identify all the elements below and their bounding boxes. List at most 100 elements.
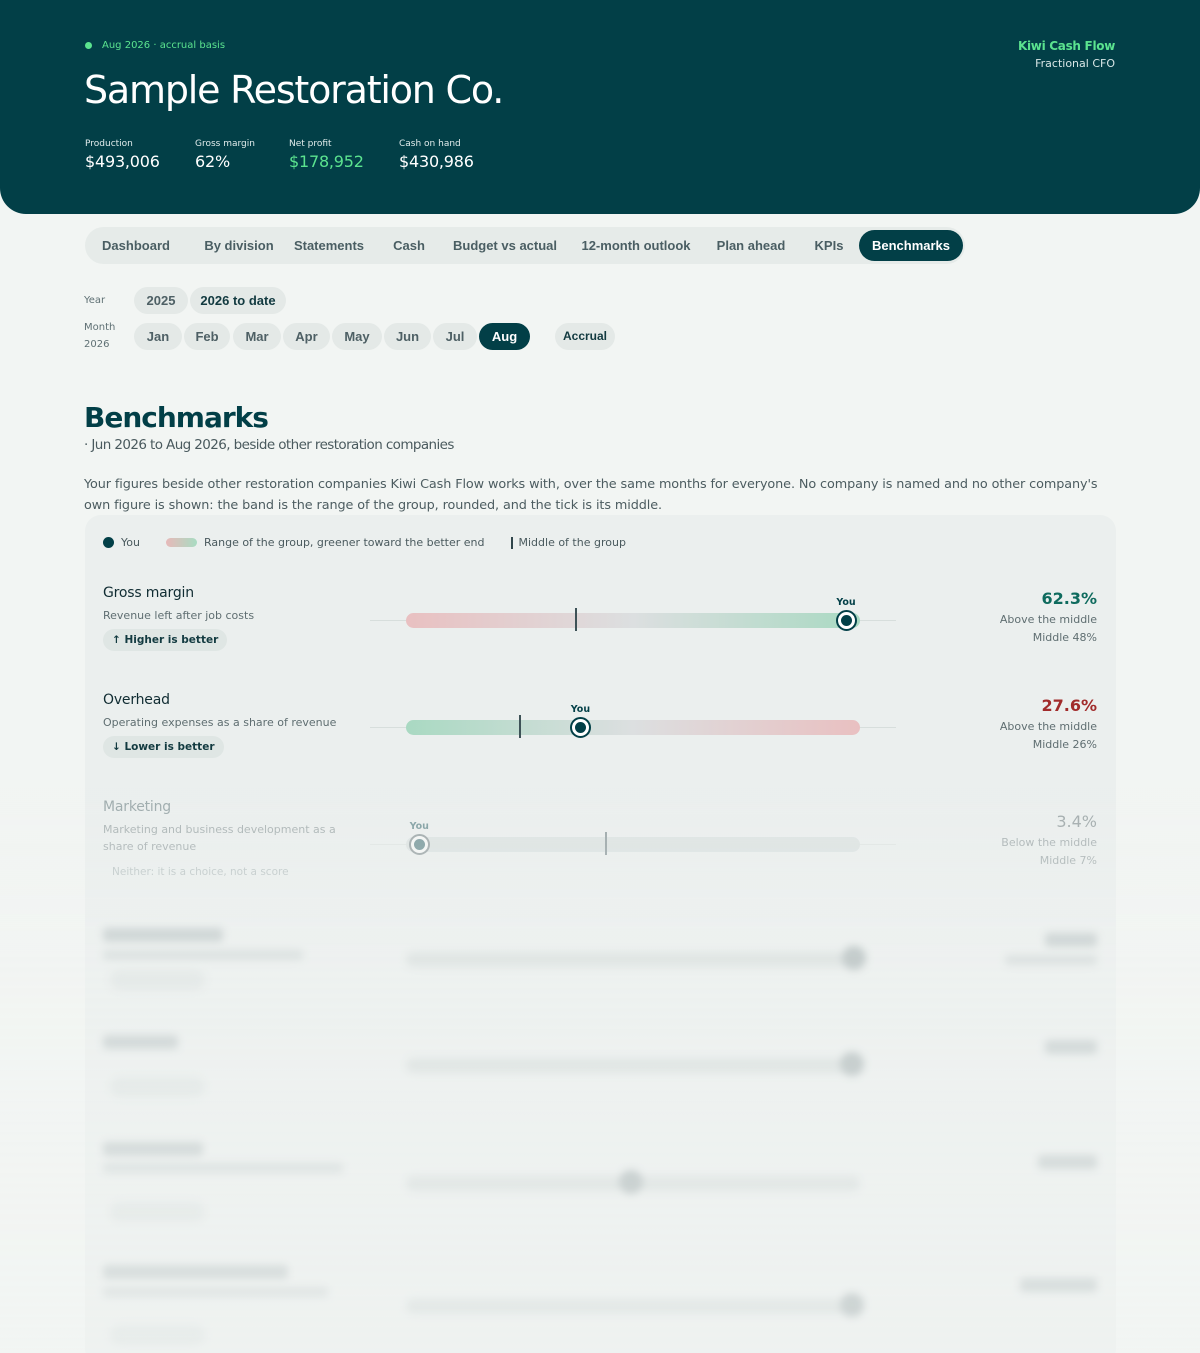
locked-row-bar	[406, 952, 860, 967]
stat-production: Production $493,006	[85, 139, 195, 171]
header-stats: Production $493,006 Gross margin 62% Net…	[85, 139, 509, 171]
range-bar	[406, 837, 860, 852]
tab-dashboard[interactable]: Dashboard	[90, 230, 182, 261]
metric-description: Revenue left after job costs	[103, 609, 255, 622]
middle-tick-icon	[510, 536, 513, 549]
company-name: Sample Restoration Co.	[84, 68, 504, 112]
month-pill-apr[interactable]: Apr	[283, 323, 330, 350]
metric-status: Below the middle	[1001, 836, 1097, 849]
legend: You Range of the group, greener toward t…	[103, 536, 626, 549]
tab-12-month-outlook[interactable]: 12-month outlook	[575, 230, 697, 261]
period-label: Aug 2026 · accrual basis	[102, 40, 226, 51]
month-label: Month	[84, 322, 116, 333]
stat-value: $493,006	[85, 152, 160, 171]
status-dot-icon	[85, 42, 92, 49]
stat-label: Production	[85, 139, 133, 149]
header-banner: Aug 2026 · accrual basis Sample Restorat…	[0, 0, 1200, 214]
tab-by-division[interactable]: By division	[184, 230, 294, 261]
range-bar	[406, 720, 860, 735]
stat-value: $178,952	[289, 152, 364, 171]
brand-block: Kiwi Cash Flow Fractional CFO	[1018, 39, 1115, 70]
you-marker	[409, 833, 431, 855]
basis-toggle[interactable]: Accrual	[555, 323, 615, 350]
year-pill-2026[interactable]: 2026 to date	[190, 287, 286, 314]
locked-row-marker	[840, 1293, 864, 1317]
you-marker	[570, 716, 592, 738]
stat-label: Cash on hand	[399, 139, 461, 149]
brand-name: Kiwi Cash Flow	[1018, 39, 1115, 53]
metric-value: 62.3%	[1041, 589, 1097, 608]
period-indicator: Aug 2026 · accrual basis	[85, 40, 225, 51]
you-marker-label: You	[836, 597, 856, 608]
locked-row-badge	[110, 1202, 205, 1222]
metric-name: Marketing	[103, 799, 171, 815]
locked-row-desc	[103, 950, 303, 960]
locked-row-marker	[619, 1170, 643, 1194]
locked-row-marker	[840, 1052, 864, 1076]
locked-row-badge	[110, 970, 205, 990]
stat-gross-margin: Gross margin 62%	[195, 139, 289, 171]
tab-statements[interactable]: Statements	[282, 230, 376, 261]
locked-row-value	[1045, 933, 1097, 947]
locked-row-status	[1005, 955, 1097, 965]
metric-name: Gross margin	[103, 585, 194, 601]
locked-row-marker	[842, 946, 866, 970]
stat-label: Net profit	[289, 139, 332, 149]
month-pill-jan[interactable]: Jan	[134, 323, 182, 350]
metric-direction-badge: Neither: it is a choice, not a score	[112, 866, 289, 878]
locked-row-title	[103, 1035, 178, 1049]
locked-row-title	[103, 1265, 288, 1279]
month-pill-aug[interactable]: Aug	[479, 323, 530, 350]
section-subtitle: · Jun 2026 to Aug 2026, beside other res…	[84, 437, 454, 453]
middle-tick	[518, 715, 521, 738]
you-marker-label: You	[409, 821, 429, 832]
you-marker-label: You	[570, 704, 591, 715]
tab-cash[interactable]: Cash	[381, 230, 437, 261]
locked-row-bar	[406, 1299, 860, 1314]
month-pill-jun[interactable]: Jun	[384, 323, 431, 350]
stat-net-profit: Net profit $178,952	[289, 139, 399, 171]
locked-row-value	[1045, 1040, 1097, 1054]
metric-description: Operating expenses as a share of revenue	[103, 716, 337, 729]
tab-benchmarks[interactable]: Benchmarks	[859, 230, 963, 261]
range-gradient-icon	[165, 538, 197, 547]
tab-plan-ahead[interactable]: Plan ahead	[707, 230, 795, 261]
you-marker	[835, 609, 857, 631]
locked-row-desc	[103, 1163, 343, 1173]
month-year-label: 2026	[84, 339, 110, 350]
month-pill-jul[interactable]: Jul	[433, 323, 477, 350]
metric-description: Marketing and business development as a …	[103, 823, 336, 853]
locked-row-value	[1020, 1278, 1097, 1292]
year-pill-2025[interactable]: 2025	[134, 287, 188, 314]
you-dot-icon	[103, 537, 114, 548]
tab-kpis[interactable]: KPIs	[803, 230, 855, 261]
locked-row-bar	[406, 1058, 860, 1073]
month-pill-mar[interactable]: Mar	[233, 323, 281, 350]
section-title: Benchmarks	[84, 401, 269, 434]
metric-status: Above the middle	[999, 720, 1097, 733]
locked-row-title	[103, 928, 223, 942]
metric-direction-badge: ↓ Lower is better	[103, 736, 224, 758]
metric-middle: Middle 7%	[1039, 854, 1097, 867]
metric-status: Above the middle	[999, 613, 1097, 626]
year-label: Year	[84, 295, 106, 306]
legend-middle: Middle of the group	[518, 536, 626, 549]
stat-value: $430,986	[399, 152, 474, 171]
middle-tick	[575, 608, 578, 631]
tab-budget-vs-actual[interactable]: Budget vs actual	[443, 230, 567, 261]
month-pill-feb[interactable]: Feb	[184, 323, 230, 350]
metric-middle: Middle 26%	[1032, 738, 1097, 751]
locked-row-value	[1038, 1155, 1097, 1169]
metric-direction-badge: ↑ Higher is better	[103, 629, 228, 651]
locked-row-badge	[110, 1077, 205, 1097]
metric-value: 3.4%	[1056, 812, 1097, 831]
stat-cash-on-hand: Cash on hand $430,986	[399, 139, 509, 171]
legend-you: You	[121, 536, 140, 549]
locked-row-badge	[110, 1325, 205, 1345]
locked-row-title	[103, 1142, 203, 1156]
metric-middle: Middle 48%	[1032, 631, 1097, 644]
main-tabs: Dashboard By division Statements Cash Bu…	[85, 227, 965, 264]
month-pill-may[interactable]: May	[332, 323, 382, 350]
stat-value: 62%	[195, 152, 230, 171]
brand-role: Fractional CFO	[1035, 57, 1115, 70]
